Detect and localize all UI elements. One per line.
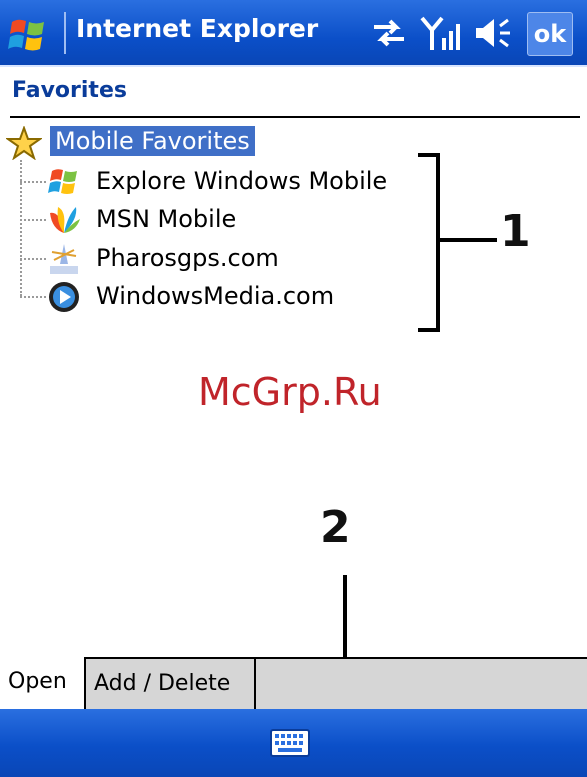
favorite-label: MSN Mobile	[96, 205, 237, 233]
tree-root-mobile-favorites[interactable]: Mobile Favorites	[6, 124, 276, 160]
annotation-label-1: 1	[500, 206, 531, 257]
title-bar: Internet Explorer ok	[0, 0, 587, 67]
ok-button[interactable]: ok	[527, 12, 573, 56]
app-title: Internet Explorer	[76, 14, 319, 43]
keyboard-icon[interactable]	[270, 729, 310, 757]
tab-add-delete[interactable]: Add / Delete	[86, 659, 256, 709]
star-folder-icon	[6, 126, 42, 160]
speaker-icon[interactable]	[472, 14, 516, 52]
menu-bar	[0, 709, 587, 777]
favorite-item-windowsmedia[interactable]: WindowsMedia.com	[0, 278, 430, 316]
divider	[10, 116, 580, 118]
favorite-label: WindowsMedia.com	[96, 282, 335, 310]
pharos-icon	[50, 244, 78, 274]
title-separator	[64, 12, 66, 54]
favorite-item-pharosgps[interactable]: Pharosgps.com	[0, 240, 430, 278]
tree-root-label: Mobile Favorites	[50, 126, 255, 156]
favorite-item-explore-windows-mobile[interactable]: Explore Windows Mobile	[0, 163, 430, 201]
page-title: Favorites	[12, 78, 127, 103]
tab-open[interactable]: Open	[0, 657, 86, 709]
favorite-item-msn-mobile[interactable]: MSN Mobile	[0, 201, 430, 239]
favorite-label: Explore Windows Mobile	[96, 167, 388, 195]
connectivity-icon[interactable]	[370, 14, 408, 52]
windows-flag-icon	[48, 169, 77, 194]
watermark: McGrp.Ru	[198, 370, 382, 414]
annotation-label-2: 2	[320, 502, 351, 553]
msn-butterfly-icon	[50, 207, 80, 233]
favorite-label: Pharosgps.com	[96, 244, 279, 272]
signal-icon[interactable]	[420, 14, 464, 52]
windows-flag-icon[interactable]	[6, 12, 50, 56]
tab-bar: Open Add / Delete	[0, 657, 587, 709]
windows-media-icon	[49, 282, 79, 312]
